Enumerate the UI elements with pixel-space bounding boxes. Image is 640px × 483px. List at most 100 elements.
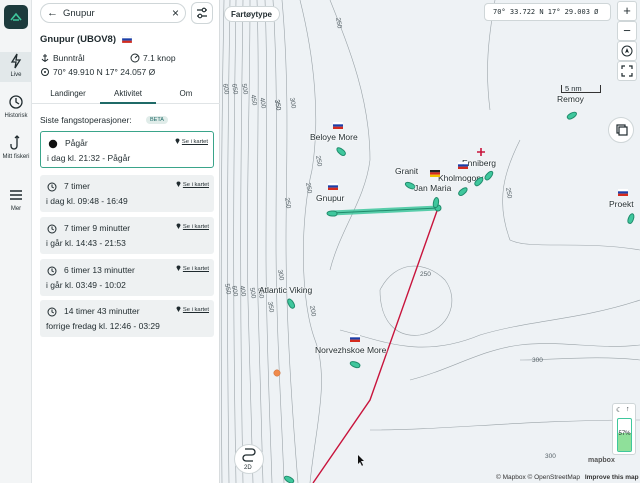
beta-badge: BETA (146, 116, 168, 124)
depth-label-350: 350 (266, 301, 275, 313)
show-on-map-label: Se i kartet (182, 182, 209, 188)
coordinate-readout: 70° 33.722 N 17° 29.003 Ø (484, 3, 611, 21)
clock-icon (47, 266, 57, 276)
orange-marker (273, 369, 281, 377)
mouse-cursor-icon (358, 455, 364, 466)
gear-value: Bunntrål (53, 53, 85, 63)
operation-card[interactable]: 6 timer 13 minutter Se i kartet i går kl… (40, 259, 214, 296)
pin-icon (176, 223, 181, 229)
show-on-map-label: Se i kartet (182, 266, 209, 272)
position-value: 70° 49.910 N 17° 24.057 Ø (53, 67, 156, 77)
depth-label-300: 300 (545, 453, 556, 460)
vessel-type-filter[interactable]: Fartøytype (224, 6, 280, 22)
view-mode-button[interactable]: 2D (234, 444, 264, 474)
search-box[interactable]: ← Gnupur × (40, 3, 186, 23)
operation-time: i går kl. 14:43 - 21:53 (46, 238, 126, 248)
depth-label-300: 300 (532, 357, 543, 364)
vessel-marker[interactable] (326, 210, 338, 217)
expand-icon (621, 65, 633, 77)
active-dot-icon (48, 139, 58, 149)
clock-icon (47, 182, 57, 192)
operation-time: i dag kl. 09:48 - 16:49 (46, 196, 128, 206)
operation-card[interactable]: 7 timer 9 minutter Se i kartet i går kl.… (40, 217, 214, 254)
show-on-map-label: Se i kartet (182, 307, 209, 313)
position-info: 70° 49.910 N 17° 24.057 Ø (40, 67, 155, 77)
layers-icon (616, 124, 628, 136)
clear-icon[interactable]: × (172, 6, 179, 20)
sliders-icon (197, 7, 207, 19)
filter-button[interactable] (191, 2, 213, 24)
vessel-label[interactable]: Remoy (557, 94, 584, 104)
depth-label-250: 250 (283, 197, 292, 209)
rail-item-mitt-fiskeri[interactable]: Mitt fiskeri (0, 134, 32, 170)
crosshair-icon (41, 68, 49, 76)
show-on-map-link[interactable]: Se i kartet (176, 223, 209, 230)
operation-duration: 7 timer (64, 181, 90, 191)
pin-icon (176, 265, 181, 271)
depth-label-350: 350 (273, 99, 282, 111)
layers-button[interactable] (608, 117, 634, 143)
operation-duration: Pågår (65, 138, 88, 148)
map-canvas[interactable]: 250 250 250 250 300 600 650 500 450 400 … (220, 0, 640, 483)
view-mode-label: 2D (244, 465, 252, 471)
rail-label-historisk: Historisk (4, 113, 28, 119)
clock-icon (47, 307, 57, 317)
attribution-text[interactable]: © Mapbox © OpenStreetMap (496, 474, 580, 481)
show-on-map-link[interactable]: Se i kartet (176, 265, 209, 272)
show-on-map-link[interactable]: Se i kartet (176, 306, 209, 313)
russia-flag-icon (333, 122, 343, 129)
battery-gauge: 57% (617, 418, 632, 452)
tab-om[interactable]: Om (160, 89, 212, 98)
pin-icon (176, 306, 181, 312)
hook-icon (10, 135, 20, 150)
operation-card[interactable]: Pågår Se i kartet i dag kl. 21:32 - Pågå… (40, 131, 214, 168)
zoom-out-button[interactable]: − (617, 21, 637, 41)
vessel-name: Gnupur (UBOV8) (40, 34, 116, 45)
operation-card[interactable]: 7 timer Se i kartet i dag kl. 09:48 - 16… (40, 175, 214, 212)
depth-label-200: 200 (308, 305, 317, 317)
history-icon (9, 95, 23, 109)
tab-aktivitet[interactable]: Aktivitet (100, 89, 156, 104)
compass-button[interactable] (617, 41, 637, 61)
rail-item-mer[interactable]: Mer (0, 186, 32, 214)
fullscreen-button[interactable] (617, 61, 637, 81)
vessel-label[interactable]: Granit (395, 166, 418, 176)
show-on-map-link[interactable]: Se i kartet (175, 138, 208, 145)
show-on-map-label: Se i kartet (182, 224, 209, 230)
moon-icon: ☾ (616, 407, 623, 414)
operation-time: i går kl. 03:49 - 10:02 (46, 280, 126, 290)
vessel-label[interactable]: Proekt (609, 199, 634, 209)
back-arrow-icon[interactable]: ← (47, 7, 58, 19)
arrow-up-icon: ↑ (626, 406, 630, 413)
app-logo[interactable] (4, 5, 28, 29)
vessel-label[interactable]: Norvezhskoe More (315, 345, 386, 355)
operation-card[interactable]: 14 timer 43 minutter Se i kartet forrige… (40, 300, 214, 337)
speedometer-icon (130, 53, 140, 63)
vessel-label[interactable]: Beloye More (310, 132, 358, 142)
rail-label-mer: Mer (10, 206, 22, 212)
depth-label-600: 600 (230, 285, 239, 297)
depth-label-650: 650 (230, 83, 239, 95)
depth-label-250: 250 (314, 155, 323, 167)
improve-map-link[interactable]: Improve this map (585, 474, 639, 481)
show-on-map-link[interactable]: Se i kartet (176, 181, 209, 188)
scale-label: 5 nm (565, 84, 582, 93)
vessel-label[interactable]: Atlantic Viking (259, 285, 312, 295)
vessel-label[interactable]: Gnupur (316, 193, 344, 203)
search-input[interactable]: Gnupur (63, 8, 95, 19)
route-icon (242, 448, 256, 462)
depth-label-300: 300 (288, 97, 297, 109)
map-scale: 5 nm (561, 84, 601, 93)
tab-landinger[interactable]: Landinger (40, 89, 96, 98)
vessel-panel: ← Gnupur × Gnupur (UBOV8) Bunntrål 7.1 k… (32, 0, 220, 483)
zoom-in-button[interactable]: + (617, 1, 637, 21)
section-title: Siste fangstoperasjoner: (40, 115, 132, 125)
depth-label-450: 450 (249, 94, 258, 106)
operation-time: i dag kl. 21:32 - Pågår (47, 153, 131, 163)
vessel-label[interactable]: Jan Maria (414, 183, 451, 193)
rail-item-historisk[interactable]: Historisk (0, 93, 32, 121)
depth-label-500: 500 (240, 83, 249, 95)
depth-label-250: 250 (334, 17, 343, 29)
show-on-map-label: Se i kartet (181, 139, 208, 145)
rail-item-live[interactable]: Live (0, 52, 32, 82)
